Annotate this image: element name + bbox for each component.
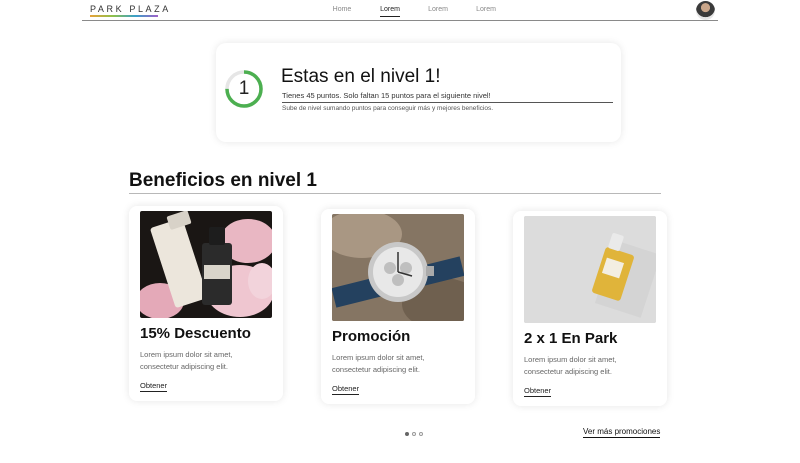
watch-image bbox=[332, 214, 464, 321]
benefit-card-discount: 15% Descuento Lorem ipsum dolor sit amet… bbox=[129, 206, 283, 401]
see-more-promotions-link[interactable]: Ver más promociones bbox=[583, 427, 661, 438]
skincare-bottles-image bbox=[140, 211, 272, 318]
card-title: Promoción bbox=[332, 328, 411, 345]
level-title: Estas en el nivel 1! bbox=[281, 66, 441, 87]
carousel-dot[interactable] bbox=[419, 432, 423, 436]
carousel-pagination bbox=[405, 432, 423, 436]
nav-home[interactable]: Home bbox=[318, 5, 366, 19]
perfume-bottle-image bbox=[524, 216, 656, 323]
level-description: Sube de nivel sumando puntos para conseg… bbox=[282, 105, 494, 112]
obtener-link[interactable]: Obtener bbox=[332, 384, 360, 395]
carousel-dot[interactable] bbox=[405, 432, 409, 436]
card-description: Lorem ipsum dolor sit amet, consectetur … bbox=[332, 352, 462, 376]
card-title: 15% Descuento bbox=[140, 325, 251, 342]
level-divider bbox=[282, 102, 613, 103]
card-description-line: consectetur adipiscing elit. bbox=[332, 365, 420, 374]
nav-lorem-3[interactable]: Lorem bbox=[462, 5, 510, 19]
card-description-line: consectetur adipiscing elit. bbox=[140, 362, 228, 371]
level-points-text: Tienes 45 puntos. Solo faltan 15 puntos … bbox=[282, 91, 491, 100]
card-description-line: Lorem ipsum dolor sit amet, bbox=[332, 353, 425, 362]
benefit-card-2x1: 2 x 1 En Park Lorem ipsum dolor sit amet… bbox=[513, 211, 667, 406]
benefit-card-promotion: Promoción Lorem ipsum dolor sit amet, co… bbox=[321, 209, 475, 404]
nav-lorem-2[interactable]: Lorem bbox=[414, 5, 462, 19]
level-card: 1 Estas en el nivel 1! Tienes 45 puntos.… bbox=[216, 43, 621, 142]
benefits-heading-divider bbox=[129, 193, 661, 194]
obtener-link[interactable]: Obtener bbox=[524, 386, 552, 397]
park-plaza-logo[interactable]: PARK PLAZA bbox=[90, 4, 171, 14]
card-description-line: Lorem ipsum dolor sit amet, bbox=[524, 355, 617, 364]
card-description-line: Lorem ipsum dolor sit amet, bbox=[140, 350, 233, 359]
user-avatar[interactable] bbox=[696, 1, 715, 20]
main-nav: Home Lorem Lorem Lorem bbox=[318, 5, 510, 19]
top-navbar: PARK PLAZA Home Lorem Lorem Lorem bbox=[82, 0, 718, 21]
nav-lorem-1[interactable]: Lorem bbox=[366, 5, 414, 19]
carousel-dot[interactable] bbox=[412, 432, 416, 436]
card-title: 2 x 1 En Park bbox=[524, 330, 618, 347]
card-description: Lorem ipsum dolor sit amet, consectetur … bbox=[140, 349, 270, 373]
benefits-heading: Beneficios en nivel 1 bbox=[129, 170, 317, 191]
obtener-link[interactable]: Obtener bbox=[140, 381, 168, 392]
level-number: 1 bbox=[238, 78, 250, 99]
card-description-line: consectetur adipiscing elit. bbox=[524, 367, 612, 376]
logo-underline bbox=[90, 15, 158, 17]
card-description: Lorem ipsum dolor sit amet, consectetur … bbox=[524, 354, 654, 378]
